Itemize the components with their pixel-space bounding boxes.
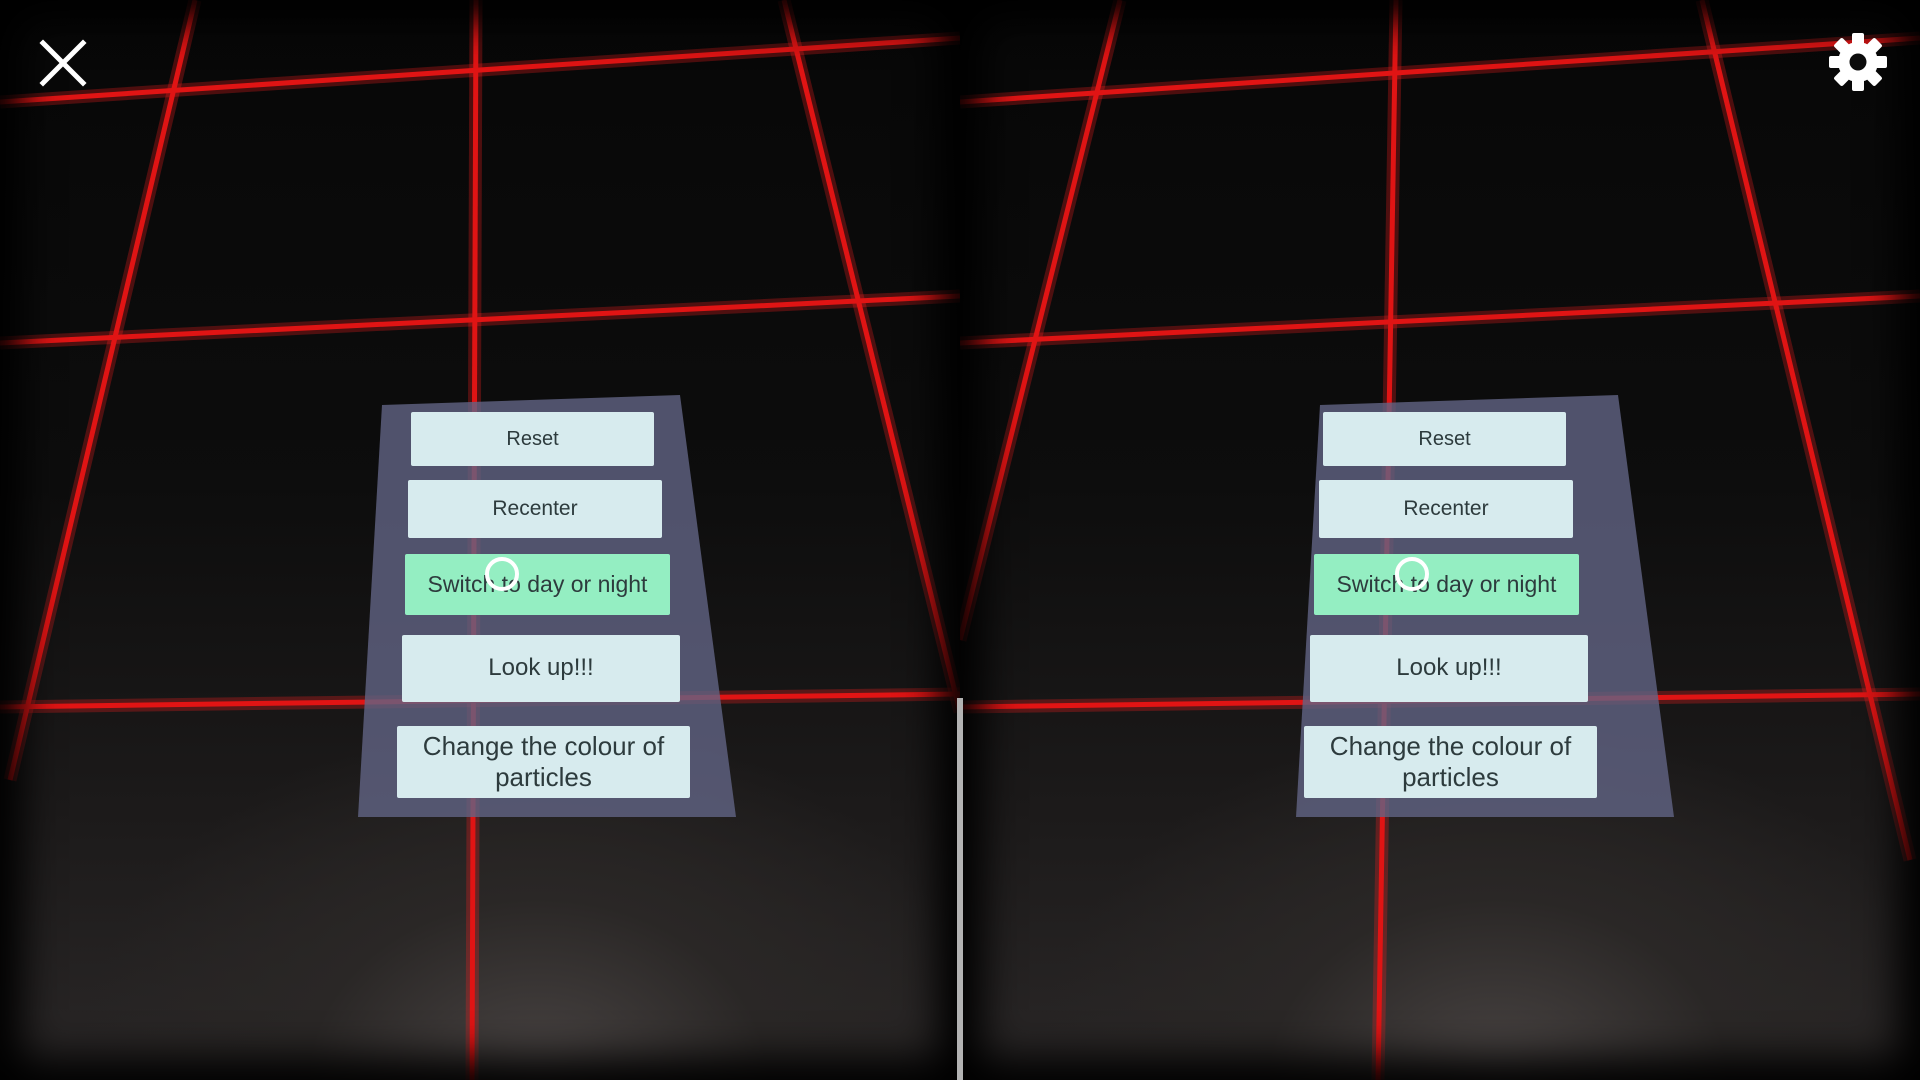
- change-particle-colour-button[interactable]: Change the colour of particles: [397, 726, 690, 798]
- switch-day-night-button[interactable]: Switch to day or night: [1314, 554, 1579, 615]
- recenter-button[interactable]: Recenter: [1319, 480, 1573, 538]
- close-button[interactable]: [38, 38, 88, 88]
- gaze-reticle: [1395, 557, 1429, 591]
- right-eye-view: Reset Recenter Switch to day or night Lo…: [960, 0, 1920, 1080]
- reset-button[interactable]: Reset: [411, 412, 654, 466]
- gear-icon: [1829, 33, 1887, 91]
- settings-button[interactable]: [1826, 30, 1890, 94]
- look-up-button[interactable]: Look up!!!: [1310, 635, 1588, 702]
- reset-button[interactable]: Reset: [1323, 412, 1566, 466]
- viewer-divider: [957, 698, 963, 1080]
- recenter-button[interactable]: Recenter: [408, 480, 662, 538]
- change-particle-colour-button[interactable]: Change the colour of particles: [1304, 726, 1597, 798]
- left-eye-view: Reset Recenter Switch to day or night Lo…: [0, 0, 960, 1080]
- look-up-button[interactable]: Look up!!!: [402, 635, 680, 702]
- gaze-reticle: [485, 557, 519, 591]
- close-icon: [39, 39, 87, 87]
- switch-day-night-button[interactable]: Switch to day or night: [405, 554, 670, 615]
